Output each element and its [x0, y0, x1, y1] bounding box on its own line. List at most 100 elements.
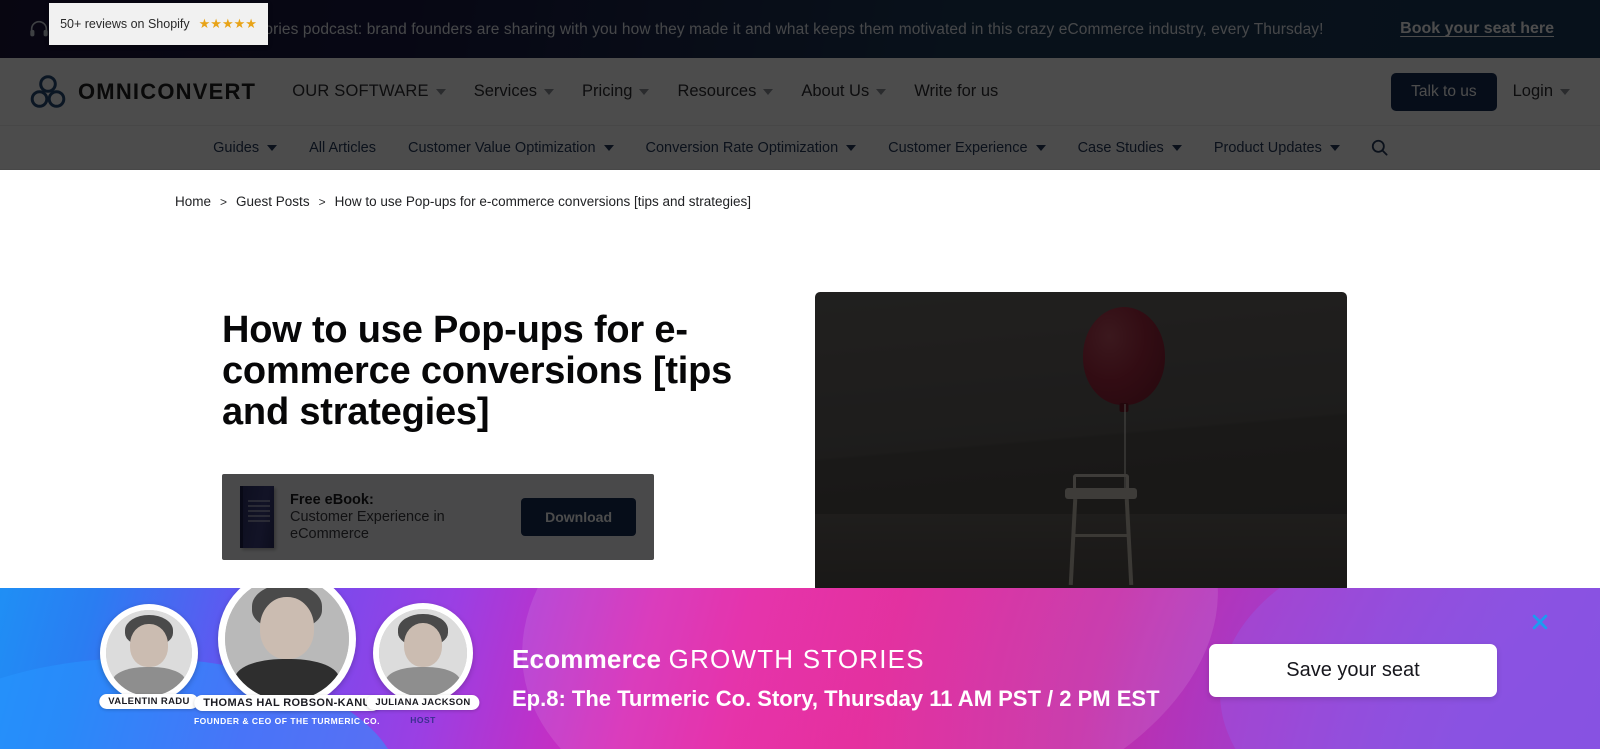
chevron-down-icon — [544, 88, 555, 95]
shopify-reviews-label: 50+ reviews on Shopify — [60, 17, 190, 31]
chair-shape — [1065, 474, 1137, 586]
ebook-cover-image — [240, 486, 274, 548]
speaker-name: VALENTIN RADU — [99, 694, 199, 709]
popup-brand-light: GROWTH STORIES — [668, 644, 925, 674]
book-seat-link[interactable]: Book your seat here — [1400, 20, 1554, 38]
chevron-down-icon — [1035, 144, 1046, 151]
main-nav-links: OUR SOFTWARE Services Pricing Resources … — [278, 82, 1012, 101]
ebook-promo-card: Free eBook: Customer Experience in eComm… — [222, 474, 654, 560]
breadcrumb-item-home[interactable]: Home — [175, 194, 211, 209]
login-menu[interactable]: Login — [1513, 82, 1570, 101]
chair-rung — [1073, 534, 1129, 537]
nav-item-label: About Us — [801, 82, 870, 100]
subnav-item-label: Conversion Rate Optimization — [645, 139, 839, 156]
subnav-item-label: Product Updates — [1213, 139, 1322, 156]
talk-to-us-button[interactable]: Talk to us — [1391, 72, 1497, 111]
portrait-image — [225, 588, 349, 701]
nav-item-label: Resources — [677, 82, 757, 100]
chair-leg — [1068, 498, 1078, 586]
avatar-ring — [100, 604, 198, 702]
close-icon[interactable] — [1530, 612, 1550, 632]
breadcrumb-item-guest-posts[interactable]: Guest Posts — [236, 194, 310, 209]
chevron-down-icon — [1329, 144, 1340, 151]
chevron-down-icon — [1560, 88, 1570, 95]
subnav-item-label: Guides — [213, 139, 260, 156]
chevron-down-icon — [846, 144, 857, 151]
page-title: How to use Pop-ups for e-commerce conver… — [222, 309, 733, 433]
nav-item-label: Pricing — [582, 82, 633, 100]
speaker-name: JULIANA JACKSON — [366, 695, 480, 710]
avatar-ring — [218, 588, 356, 708]
main-navigation: OMNICONVERT OUR SOFTWARE Services Pricin… — [0, 58, 1600, 126]
speaker-valentin-radu: VALENTIN RADU — [99, 604, 199, 709]
nav-item-our-software[interactable]: OUR SOFTWARE — [278, 82, 460, 101]
subnav-item-label: Customer Value Optimization — [408, 139, 596, 156]
subnav-item-conversion-rate-optimization[interactable]: Conversion Rate Optimization — [630, 140, 873, 156]
avatar — [106, 610, 192, 696]
chevron-down-icon — [1171, 144, 1182, 151]
page-root: Ecommerce Growth Stories podcast: brand … — [0, 0, 1600, 749]
portrait-image — [379, 609, 467, 697]
login-label: Login — [1512, 82, 1553, 100]
ebook-text: Free eBook: Customer Experience in eComm… — [290, 491, 505, 543]
popup-brand-bold: Ecommerce — [512, 644, 662, 674]
star-rating-icon: ★★★★★ — [198, 16, 257, 31]
chevron-down-icon — [603, 144, 614, 151]
breadcrumb: Home > Guest Posts > How to use Pop-ups … — [175, 194, 751, 209]
nav-item-pricing[interactable]: Pricing — [568, 82, 663, 101]
search-icon[interactable] — [1356, 138, 1403, 157]
chevron-down-icon — [639, 88, 650, 95]
secondary-navigation: Guides All Articles Customer Value Optim… — [0, 126, 1600, 170]
breadcrumb-item-current: How to use Pop-ups for e-commerce conver… — [334, 194, 752, 209]
nav-item-about-us[interactable]: About Us — [787, 82, 900, 101]
speaker-role: HOST — [410, 715, 436, 725]
subnav-item-label: Case Studies — [1077, 139, 1164, 156]
nav-item-label: Services — [473, 82, 538, 100]
breadcrumb-separator: > — [220, 194, 228, 209]
subnav-item-case-studies[interactable]: Case Studies — [1062, 140, 1198, 156]
nav-item-label: OUR SOFTWARE — [292, 82, 429, 100]
article-header: How to use Pop-ups for e-commerce conver… — [222, 310, 782, 433]
nav-item-label: Write for us — [914, 82, 999, 100]
popup-brand-line: Ecommerce GROWTH STORIES — [512, 644, 1160, 674]
chevron-down-icon — [763, 88, 774, 95]
speaker-role: FOUNDER & CEO OF THE TURMERIC CO. — [193, 716, 381, 726]
chevron-down-icon — [876, 88, 887, 95]
shopify-reviews-tooltip: 50+ reviews on Shopify ★★★★★ — [49, 3, 268, 45]
subnav-item-customer-value-optimization[interactable]: Customer Value Optimization — [392, 140, 630, 156]
subnav-item-all-articles[interactable]: All Articles — [293, 140, 392, 156]
speaker-juliana-jackson: JULIANA JACKSON HOST — [366, 603, 480, 725]
speaker-name: THOMAS HAL ROBSON-KANU — [194, 695, 380, 711]
nav-item-services[interactable]: Services — [460, 82, 568, 101]
ebook-title: Customer Experience in eCommerce — [290, 509, 445, 542]
avatar — [225, 588, 349, 701]
speaker-thomas-hal-robson-kanu: THOMAS HAL ROBSON-KANU FOUNDER & CEO OF … — [194, 588, 380, 726]
avatar — [379, 609, 467, 697]
subnav-item-label: All Articles — [309, 139, 376, 156]
chair-leg — [1124, 498, 1134, 586]
portrait-image — [106, 610, 192, 696]
nav-item-resources[interactable]: Resources — [663, 82, 787, 101]
download-button[interactable]: Download — [521, 498, 636, 536]
article-hero-image — [815, 292, 1347, 592]
breadcrumb-separator: > — [318, 194, 326, 209]
ebook-eyebrow: Free eBook: — [290, 492, 374, 508]
brand-name: OMNICONVERT — [78, 78, 257, 104]
subnav-item-product-updates[interactable]: Product Updates — [1198, 140, 1356, 156]
chevron-down-icon — [267, 144, 278, 151]
nav-actions: Talk to us Login — [1391, 72, 1570, 111]
omniconvert-trefoil-logo — [30, 74, 66, 108]
popup-episode-line: Ep.8: The Turmeric Co. Story, Thursday 1… — [512, 686, 1160, 711]
save-your-seat-button[interactable]: Save your seat — [1209, 644, 1497, 697]
nav-item-write-for-us[interactable]: Write for us — [900, 82, 1012, 101]
subnav-item-label: Customer Experience — [888, 139, 1028, 156]
chair-seat — [1065, 488, 1137, 499]
subnav-item-customer-experience[interactable]: Customer Experience — [872, 140, 1061, 156]
chevron-down-icon — [435, 88, 446, 95]
subnav-item-guides[interactable]: Guides — [197, 140, 293, 156]
brand-logo[interactable]: OMNICONVERT — [30, 74, 257, 109]
avatar-ring — [373, 603, 473, 703]
popup-copy: Ecommerce GROWTH STORIES Ep.8: The Turme… — [512, 644, 1160, 712]
speaker-avatars: VALENTIN RADU THOMAS HAL ROBSON-KANU FOU… — [92, 588, 492, 749]
balloon-shape — [1083, 307, 1165, 405]
